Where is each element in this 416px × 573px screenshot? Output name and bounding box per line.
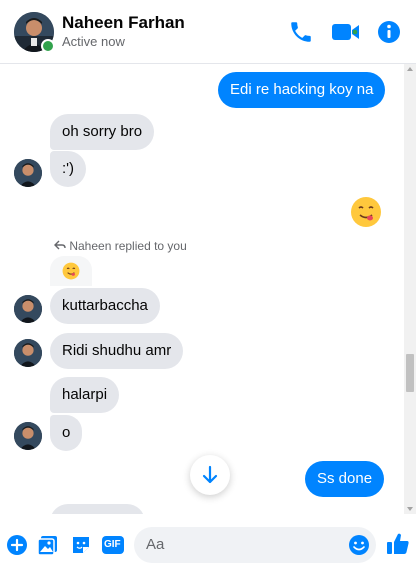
contact-name[interactable]: Naheen Farhan (62, 13, 185, 33)
sender-avatar[interactable] (14, 339, 42, 367)
sender-avatar[interactable] (14, 295, 42, 323)
gif-label: GIF (104, 539, 121, 550)
reply-arrow-icon (54, 239, 69, 253)
online-status-dot (41, 39, 55, 53)
emoji-icon[interactable] (348, 534, 370, 556)
message-input[interactable]: Aa (134, 527, 376, 563)
sender-avatar[interactable] (14, 422, 42, 450)
scroll-up-arrow-icon[interactable] (407, 67, 413, 71)
phone-call-icon[interactable] (288, 19, 314, 45)
incoming-message-partial[interactable] (50, 504, 145, 514)
outgoing-emoji-message[interactable] (350, 196, 382, 233)
message-composer: GIF Aa (0, 514, 416, 573)
outgoing-message[interactable]: Ss done (305, 461, 385, 497)
message-input-placeholder: Aa (146, 536, 165, 553)
sticker-icon[interactable] (70, 534, 92, 556)
incoming-message[interactable]: oh sorry bro (50, 114, 155, 150)
plus-icon[interactable] (6, 534, 28, 556)
reply-indicator: Naheen replied to you (54, 238, 187, 253)
scroll-down-arrow-icon[interactable] (407, 507, 413, 511)
face-savoring-food-icon (62, 262, 80, 280)
info-icon[interactable] (376, 19, 402, 45)
message-list[interactable]: Edi re hacking koy na oh sorry bro :') N… (0, 64, 404, 514)
scroll-thumb[interactable] (406, 354, 414, 392)
incoming-message[interactable]: halarpi (50, 377, 120, 413)
contact-status: Active now (62, 34, 125, 49)
replied-message-preview[interactable] (50, 256, 92, 286)
contact-avatar[interactable] (14, 12, 55, 53)
scroll-to-bottom-button[interactable] (190, 455, 230, 495)
reply-note-text: Naheen replied to you (69, 238, 187, 253)
gif-icon[interactable]: GIF (101, 534, 125, 556)
incoming-message[interactable]: Ridi shudhu amr (50, 333, 184, 369)
like-icon[interactable] (386, 531, 410, 557)
video-call-icon[interactable] (330, 19, 362, 45)
sender-avatar[interactable] (14, 159, 42, 187)
conversation-header: Naheen Farhan Active now (0, 0, 416, 64)
incoming-message[interactable]: kuttarbaccha (50, 288, 160, 324)
arrow-down-icon (202, 465, 218, 484)
incoming-message[interactable]: :') (50, 151, 87, 187)
face-savoring-food-icon (351, 197, 381, 227)
outgoing-message[interactable]: Edi re hacking koy na (218, 72, 386, 108)
photo-icon[interactable] (37, 534, 59, 556)
chat-scrollbar[interactable] (404, 64, 416, 514)
incoming-message[interactable]: o (50, 415, 83, 451)
